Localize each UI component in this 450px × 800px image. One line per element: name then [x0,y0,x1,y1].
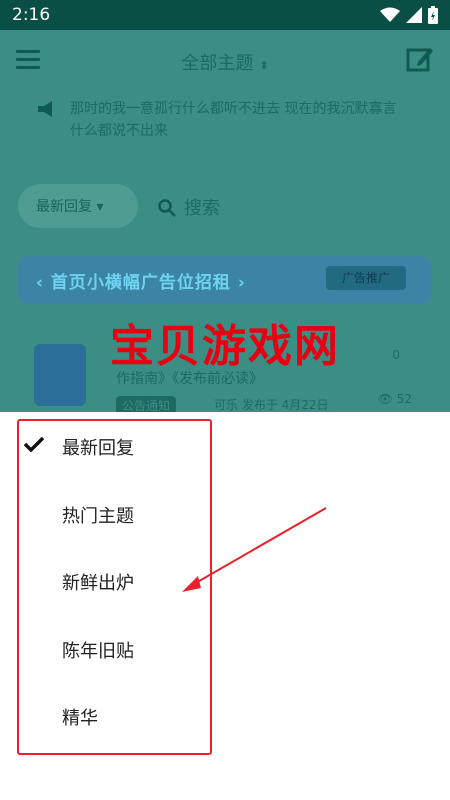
annotation-arrow [182,507,327,592]
